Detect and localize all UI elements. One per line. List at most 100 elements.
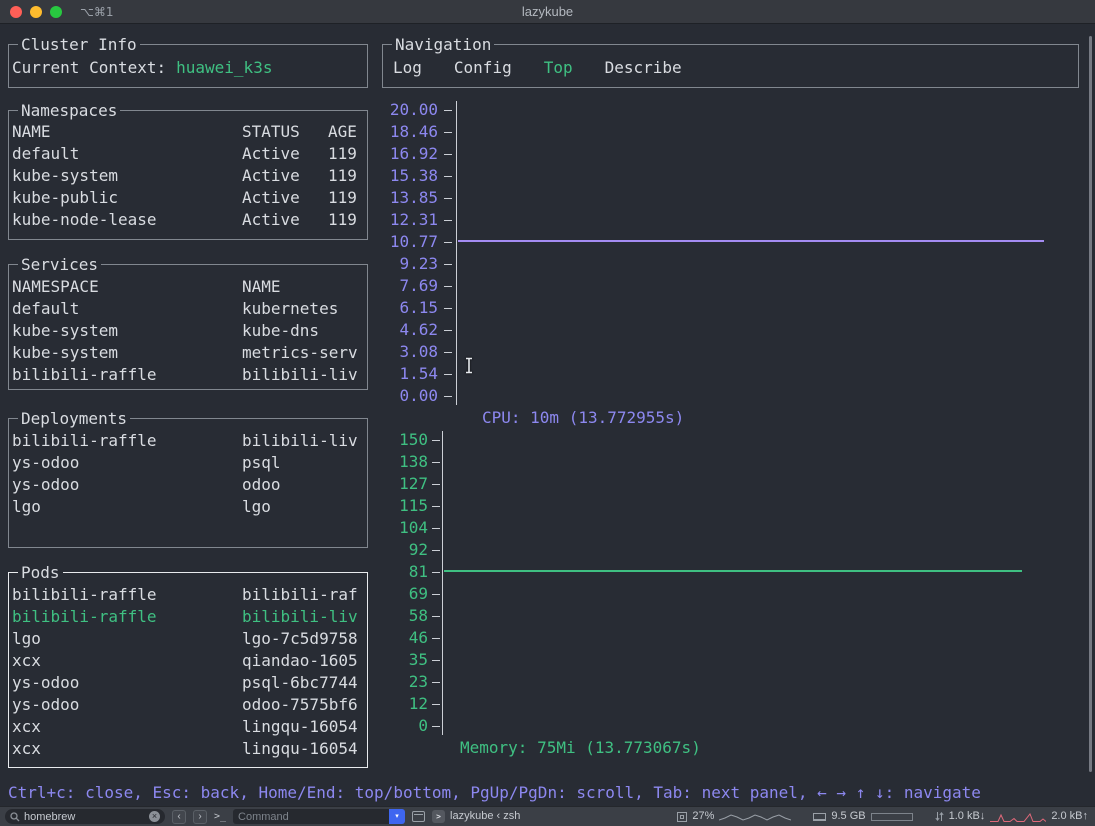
axis-tick: 58: [382, 605, 1062, 627]
cell-status: Active: [242, 144, 300, 163]
cell-name: kube-public: [12, 188, 118, 207]
minimize-button[interactable]: [30, 5, 42, 18]
table-row[interactable]: lgo lgo-7c5d9758: [12, 628, 364, 650]
search-input[interactable]: [24, 810, 145, 823]
cpu-percent: 27%: [692, 810, 715, 822]
back-button[interactable]: ‹: [172, 809, 186, 824]
cpu-y-axis: [456, 101, 457, 405]
tick-mark-icon: [444, 373, 452, 375]
tick-mark-icon: [444, 395, 452, 397]
cell-col1: kube-system: [12, 343, 118, 362]
tick-mark-icon: [432, 439, 440, 441]
header-namespace: NAMESPACE: [12, 277, 99, 296]
tick-label: 46: [408, 628, 428, 647]
table-header: NAME STATUS AGE: [12, 121, 364, 143]
tick-mark-icon: [432, 461, 440, 463]
panel-services: Services NAMESPACE NAME default kubernet…: [8, 254, 368, 390]
cell-age: 119: [328, 188, 357, 207]
panel-title: Pods: [18, 562, 63, 584]
axis-tick: 115: [382, 495, 1062, 517]
table-row[interactable]: bilibili-raffle bilibili-liv: [12, 364, 364, 386]
table-row[interactable]: bilibili-raffle bilibili-raf: [12, 584, 364, 606]
tab-log[interactable]: Log: [393, 57, 422, 79]
net-up-label: 2.0 kB↑: [1051, 810, 1088, 822]
table-row[interactable]: xcx lingqu-16054: [12, 738, 364, 760]
navigation-tabs: Log Config Top Describe: [386, 57, 1075, 79]
panel-cluster-info: Cluster Info Current Context: huawei_k3s: [8, 34, 368, 88]
cpu-caption: CPU: 10m (13.772955s): [482, 408, 685, 427]
table-row[interactable]: default kubernetes: [12, 298, 364, 320]
table-row[interactable]: lgo lgo: [12, 496, 364, 518]
table-row[interactable]: ys-odoo odoo: [12, 474, 364, 496]
command-field[interactable]: ▾: [233, 809, 406, 824]
tick-mark-icon: [444, 131, 452, 133]
command-dropdown-button[interactable]: ▾: [389, 809, 406, 824]
cpu-icon: [677, 811, 688, 822]
clear-search-button[interactable]: ×: [149, 811, 160, 822]
forward-button[interactable]: ›: [193, 809, 207, 824]
session-icon: >: [432, 810, 446, 823]
tick-mark-icon: [432, 527, 440, 529]
table-row[interactable]: ys-odoo odoo-7575bf6: [12, 694, 364, 716]
table-row[interactable]: ys-odoo psql: [12, 452, 364, 474]
panel-title: Services: [18, 254, 102, 276]
tick-label: 10.77: [389, 232, 438, 251]
tick-label: 0.00: [399, 386, 438, 405]
table-row[interactable]: kube-system kube-dns: [12, 320, 364, 342]
cell-col1: default: [12, 299, 80, 318]
tick-mark-icon: [444, 307, 452, 309]
context-value: huawei_k3s: [176, 58, 273, 77]
tick-mark-icon: [432, 703, 440, 705]
tick-mark-icon: [432, 593, 440, 595]
pods-rows: bilibili-raffle bilibili-raf bilibili-ra…: [12, 584, 364, 760]
command-input[interactable]: [233, 809, 390, 824]
tick-mark-icon: [444, 263, 452, 265]
table-row[interactable]: kube-node-lease Active 119: [12, 209, 364, 231]
close-button[interactable]: [10, 5, 22, 18]
cell-col2: odoo-7575bf6: [242, 695, 358, 714]
search-field[interactable]: ×: [5, 809, 165, 824]
zoom-button[interactable]: [50, 5, 62, 18]
axis-tick: 10.77: [382, 231, 1062, 253]
memory-y-axis: [442, 431, 443, 735]
tab-config[interactable]: Config: [454, 57, 512, 79]
table-row[interactable]: kube-system metrics-serv: [12, 342, 364, 364]
scrollbar-thumb[interactable]: [1089, 36, 1092, 772]
tick-label: 150: [399, 430, 428, 449]
cell-col1: bilibili-raffle: [12, 607, 157, 626]
tick-label: 23: [408, 672, 428, 691]
table-row[interactable]: xcx qiandao-1605: [12, 650, 364, 672]
panel-navigation: Navigation Log Config Top Describe: [382, 34, 1079, 88]
tick-mark-icon: [444, 109, 452, 111]
axis-tick: 0: [382, 715, 1062, 737]
session-info: > lazykube ‹ zsh: [432, 809, 520, 824]
context-label: Current Context:: [12, 58, 167, 77]
search-icon: [10, 811, 20, 821]
memory-usage-line: [444, 570, 1022, 572]
cell-col1: ys-odoo: [12, 475, 80, 494]
tick-mark-icon: [432, 615, 440, 617]
tick-mark-icon: [444, 219, 452, 221]
table-row[interactable]: ys-odoo psql-6bc7744: [12, 672, 364, 694]
tab-top[interactable]: Top: [544, 57, 573, 79]
table-header: NAMESPACE NAME: [12, 276, 364, 298]
tick-label: 35: [408, 650, 428, 669]
table-row[interactable]: kube-system Active 119: [12, 165, 364, 187]
cpu-sparkline: [719, 813, 792, 821]
table-row[interactable]: bilibili-raffle bilibili-liv: [12, 430, 364, 452]
table-row[interactable]: kube-public Active 119: [12, 187, 364, 209]
tick-label: 69: [408, 584, 428, 603]
table-row[interactable]: xcx lingqu-16054: [12, 716, 364, 738]
tab-describe[interactable]: Describe: [605, 57, 682, 79]
session-label: lazykube ‹ zsh: [450, 810, 521, 822]
traffic-lights: [0, 5, 62, 18]
tick-label: 4.62: [399, 320, 438, 339]
axis-tick: 23: [382, 671, 1062, 693]
help-bar: Ctrl+c: close, Esc: back, Home/End: top/…: [8, 783, 981, 802]
cell-col2: bilibili-raf: [242, 585, 358, 604]
axis-tick: 16.92: [382, 143, 1062, 165]
terminal-window-icon[interactable]: [412, 811, 426, 822]
table-row[interactable]: bilibili-raffle bilibili-liv: [12, 606, 364, 628]
table-row[interactable]: default Active 119: [12, 143, 364, 165]
tick-mark-icon: [432, 725, 440, 727]
